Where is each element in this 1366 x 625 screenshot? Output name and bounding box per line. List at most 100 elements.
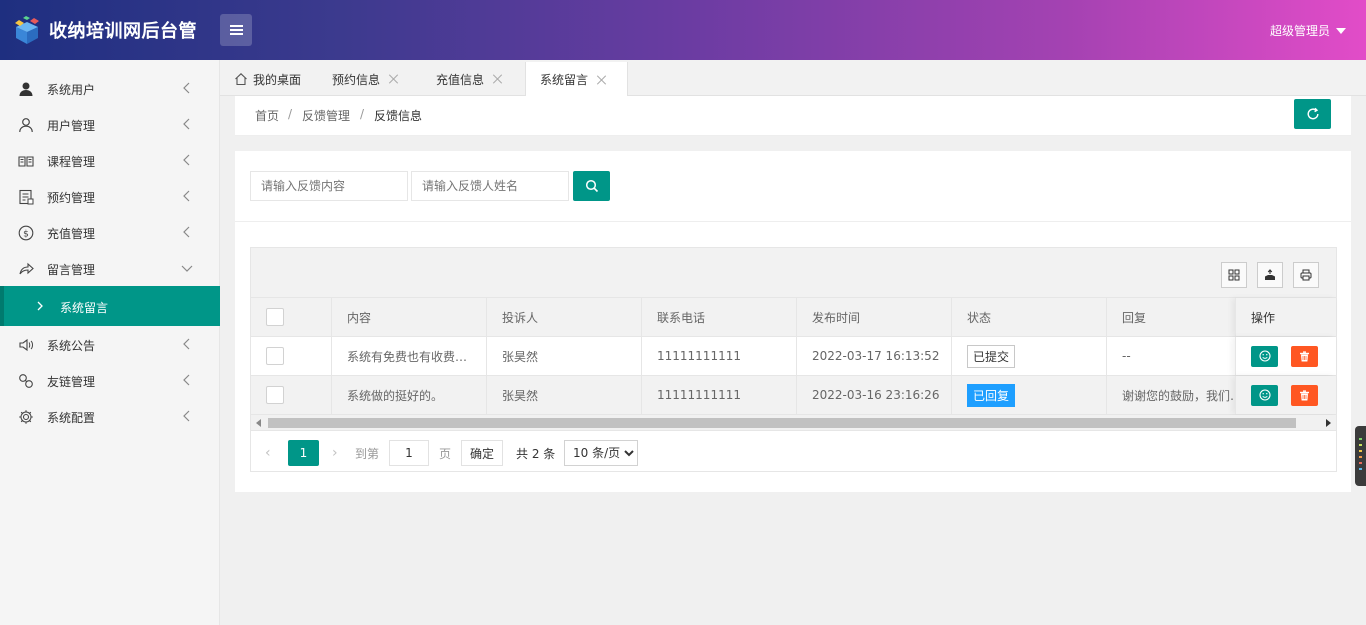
row-checkbox[interactable] [266, 347, 284, 365]
close-icon[interactable] [389, 74, 399, 84]
book-icon [18, 156, 34, 167]
sidebar-item-message-management[interactable]: 留言管理 [0, 250, 220, 286]
table-header-row: 内容 投诉人 联系电话 发布时间 状态 回复 操作 [251, 298, 1336, 337]
cell-status: 已回复 [952, 376, 1107, 414]
sidebar-item-user-management[interactable]: 用户管理 [0, 106, 220, 142]
home-icon [235, 73, 247, 86]
sidebar-item-recharge-management[interactable]: $ 充值管理 [0, 214, 220, 250]
sidebar-item-booking-management[interactable]: 预约管理 [0, 178, 220, 214]
cell-time: 2022-03-16 23:16:26 [797, 376, 952, 414]
reply-button[interactable] [1251, 384, 1278, 406]
current-page-button[interactable]: 1 [288, 440, 319, 466]
chevron-left-icon [183, 338, 190, 350]
page-size-select[interactable]: 10 条/页 [564, 440, 638, 466]
app-title: 收纳培训网后台管 [49, 21, 197, 42]
tab-system-messages[interactable]: 系统留言 [525, 62, 628, 97]
tab-label: 我的桌面 [253, 72, 302, 87]
cell-author: 张昊然 [487, 337, 642, 375]
sidebar-item-label: 留言管理 [47, 263, 96, 277]
trash-icon [1300, 350, 1309, 361]
cell-content: 系统做的挺好的。 [332, 376, 487, 414]
sidebar-item-system-users[interactable]: 系统用户 [0, 70, 220, 106]
print-icon [1300, 269, 1312, 281]
sidebar-item-label: 友链管理 [47, 375, 96, 389]
scroll-left-arrow-icon[interactable] [256, 419, 261, 427]
breadcrumb-section[interactable]: 反馈管理 [302, 107, 350, 124]
divider [235, 221, 1351, 222]
horizontal-scrollbar[interactable] [251, 415, 1336, 431]
delete-button[interactable] [1291, 384, 1318, 406]
goto-confirm-button[interactable]: 确定 [461, 440, 504, 466]
content-card: 内容 投诉人 联系电话 发布时间 状态 回复 操作 系统有免费也有收费… 张昊然… [235, 151, 1351, 492]
sidebar-item-label: 用户管理 [47, 119, 96, 133]
breadcrumb-current: 反馈信息 [374, 109, 423, 123]
breadcrumb-home[interactable]: 首页 [255, 107, 279, 124]
smile-icon [1258, 350, 1271, 362]
user-name: 超级管理员 [1269, 24, 1330, 38]
row-select-cell [251, 337, 332, 375]
next-page-icon[interactable]: › [332, 440, 338, 466]
chevron-left-icon [183, 410, 190, 422]
scrollbar-thumb[interactable] [268, 418, 1296, 428]
goto-label: 到第 [355, 446, 380, 461]
feedback-table: 内容 投诉人 联系电话 发布时间 状态 回复 操作 系统有免费也有收费… 张昊然… [250, 247, 1337, 472]
goto-page-input[interactable] [389, 440, 429, 466]
share-icon [19, 262, 34, 275]
reply-button[interactable] [1251, 345, 1278, 367]
header-time[interactable]: 发布时间 [797, 298, 952, 336]
delete-button[interactable] [1291, 345, 1318, 367]
table-row: 系统做的挺好的。 张昊然 11111111111 2022-03-16 23:1… [251, 376, 1336, 415]
cell-author: 张昊然 [487, 376, 642, 414]
sidebar-subitem-system-messages[interactable]: 系统留言 [0, 286, 220, 326]
row-checkbox[interactable] [266, 386, 284, 404]
top-header: 收纳培训网后台管 超级管理员 [0, 0, 1366, 60]
sidebar-item-label: 系统配置 [47, 411, 96, 425]
select-all-checkbox[interactable] [266, 308, 284, 326]
sidebar-item-announcements[interactable]: 系统公告 [0, 326, 220, 362]
sidebar-item-label: 充值管理 [47, 227, 96, 241]
cell-content: 系统有免费也有收费… [332, 337, 487, 375]
sidebar-item-friend-links[interactable]: 友链管理 [0, 362, 220, 398]
search-button[interactable] [573, 171, 610, 201]
tab-recharge-info[interactable]: 充值信息 [436, 62, 503, 96]
gear-icon [19, 410, 33, 424]
print-button[interactable] [1293, 262, 1319, 288]
column-filter-button[interactable] [1221, 262, 1247, 288]
export-button[interactable] [1257, 262, 1283, 288]
logo-icon [15, 16, 39, 44]
edge-widget[interactable] [1355, 426, 1366, 486]
sidebar-item-label: 课程管理 [47, 155, 96, 169]
total-count: 共 2 条 [516, 446, 556, 461]
sidebar-item-course-management[interactable]: 课程管理 [0, 142, 220, 178]
chevron-left-icon [183, 190, 190, 202]
refresh-icon [1307, 107, 1318, 120]
svg-text:$: $ [23, 230, 29, 240]
cell-phone: 11111111111 [642, 376, 797, 414]
sidebar-subitem-label: 系统留言 [60, 301, 109, 315]
breadcrumb: 首页 / 反馈管理 / 反馈信息 [235, 96, 1351, 136]
refresh-button[interactable] [1294, 99, 1331, 129]
sidebar-item-system-config[interactable]: 系统配置 [0, 398, 220, 434]
prev-page-icon[interactable]: ‹ [265, 440, 271, 466]
close-icon[interactable] [597, 75, 607, 85]
link-icon [19, 374, 33, 388]
header-reply[interactable]: 回复 [1107, 298, 1237, 336]
status-badge: 已提交 [967, 344, 1016, 368]
cell-actions [1235, 376, 1336, 414]
status-badge: 已回复 [967, 383, 1016, 407]
dollar-icon: $ [18, 225, 34, 241]
scroll-right-arrow-icon[interactable] [1326, 419, 1331, 427]
tab-my-desktop[interactable]: 我的桌面 [234, 62, 301, 96]
tab-booking-info[interactable]: 预约信息 [332, 62, 399, 96]
header-phone[interactable]: 联系电话 [642, 298, 797, 336]
header-content[interactable]: 内容 [332, 298, 487, 336]
menu-toggle-button[interactable] [220, 14, 252, 46]
sidebar-item-label: 系统公告 [47, 339, 96, 353]
feedback-content-search-input[interactable] [250, 171, 408, 201]
header-author[interactable]: 投诉人 [487, 298, 642, 336]
header-status[interactable]: 状态 [952, 298, 1107, 336]
close-icon[interactable] [493, 74, 503, 84]
user-menu[interactable]: 超级管理员 [1270, 22, 1346, 39]
feedback-name-search-input[interactable] [411, 171, 569, 201]
cell-reply: 谢谢您的鼓励，我们… [1122, 388, 1237, 403]
